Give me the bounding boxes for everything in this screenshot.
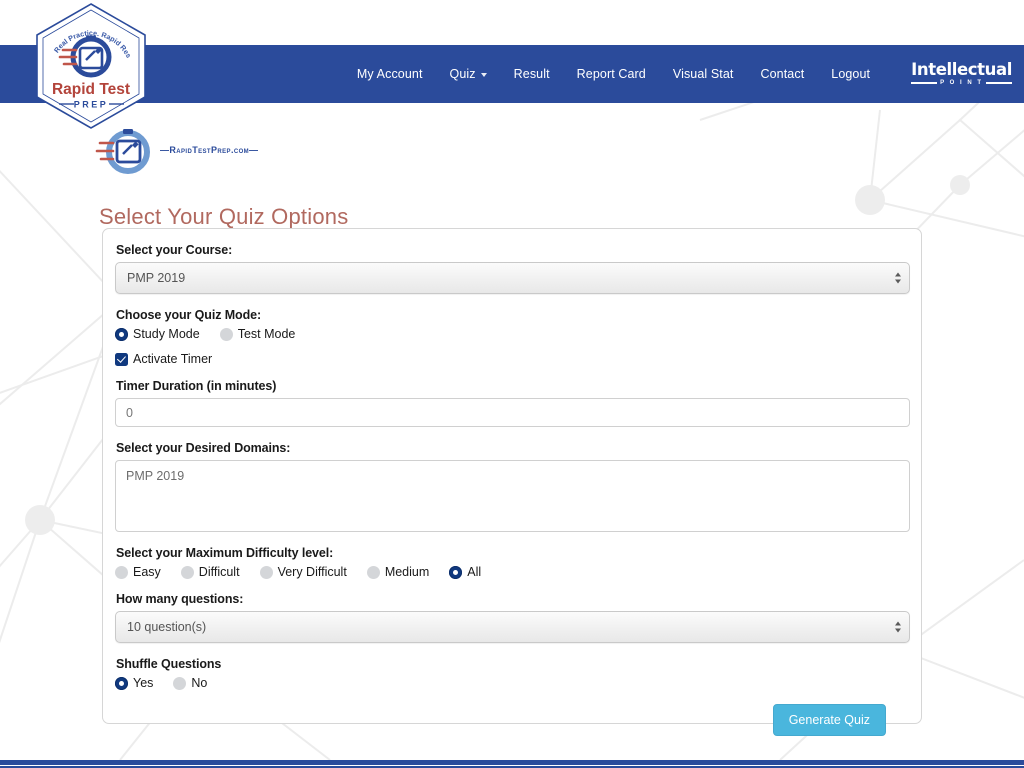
shuffle-options: Yes No (115, 676, 909, 690)
svg-text:Rapid Test: Rapid Test (52, 81, 130, 98)
field-course: Select your Course: PMP 2019 (115, 243, 910, 294)
nav-item-visual-stat[interactable]: Visual Stat (673, 67, 734, 81)
course-selected-value: PMP 2019 (127, 271, 186, 285)
footer-bar (0, 760, 1024, 765)
nav-item-label: Visual Stat (672, 67, 734, 81)
radio-label: Test Mode (237, 327, 296, 341)
radio-difficulty-easy[interactable]: Easy (115, 565, 161, 579)
radio-indicator-icon (219, 327, 233, 341)
radio-indicator-icon (366, 565, 380, 579)
nav-item-my-account[interactable]: My Account (357, 67, 423, 81)
sub-logo-label: —RapidTestPrep.com— (160, 145, 259, 155)
stepper-arrows-icon (895, 272, 901, 284)
question-count-selected-value: 10 question(s) (127, 620, 207, 634)
radio-test-mode[interactable]: Test Mode (219, 327, 296, 341)
field-shuffle: Shuffle Questions Yes No (115, 657, 909, 690)
field-quiz-mode: Choose your Quiz Mode: Study Mode Test M… (115, 308, 909, 341)
partner-name: Intellectual (911, 59, 1012, 79)
radio-indicator-icon (173, 676, 187, 690)
checkbox-indicator-icon (115, 352, 128, 366)
radio-shuffle-no[interactable]: No (173, 676, 207, 690)
radio-indicator-icon (115, 327, 128, 341)
field-timer-duration: Timer Duration (in minutes) (115, 379, 910, 427)
radio-indicator-icon (115, 676, 128, 690)
arrow-down-icon (895, 628, 901, 633)
nav-item-label: Report Card (576, 67, 646, 81)
listbox-option[interactable]: PMP 2019 (126, 469, 899, 483)
field-activate-timer: Activate Timer (115, 352, 909, 366)
shuffle-label: Shuffle Questions (116, 657, 222, 671)
arrow-up-icon (895, 621, 901, 626)
radio-label: All (467, 565, 482, 579)
question-count-select[interactable]: 10 question(s) (115, 611, 910, 643)
difficulty-label: Select your Maximum Difficulty level: (116, 546, 334, 560)
nav-item-logout[interactable]: Logout (831, 67, 870, 81)
radio-label: Study Mode (133, 327, 200, 341)
rapid-test-prep-logo[interactable]: Real Practice. Rapid Results. Rapid Test… (33, 2, 149, 142)
page-root: My Account Quiz Result Report Card Visua… (0, 0, 1024, 768)
nav-item-label: My Account (356, 67, 423, 81)
submit-row: Generate Quiz (115, 704, 909, 736)
page-title: Select Your Quiz Options (99, 203, 349, 229)
radio-label: Yes (133, 676, 154, 690)
radio-indicator-icon (259, 565, 273, 579)
nav-item-report-card[interactable]: Report Card (577, 67, 646, 81)
quiz-mode-options: Study Mode Test Mode (115, 327, 909, 341)
stepper-arrows-icon (895, 621, 901, 633)
rule-left (911, 82, 938, 85)
svg-text:PREP: PREP (74, 100, 109, 110)
intellectual-point-logo[interactable]: Intellectual P O I N T (911, 59, 1012, 86)
top-navbar: My Account Quiz Result Report Card Visua… (0, 45, 1024, 103)
radio-label: Difficult (198, 565, 240, 579)
chevron-down-icon (480, 73, 487, 77)
nav-item-contact[interactable]: Contact (761, 67, 805, 81)
generate-quiz-button[interactable]: Generate Quiz (772, 704, 886, 736)
rule-right (986, 82, 1012, 85)
nav-links: My Account Quiz Result Report Card Visua… (357, 45, 1024, 103)
radio-shuffle-yes[interactable]: Yes (115, 676, 153, 690)
partner-sub: P O I N T (940, 80, 984, 87)
timer-duration-label: Timer Duration (in minutes) (116, 379, 277, 393)
arrow-up-icon (895, 272, 901, 277)
checkbox-activate-timer[interactable]: Activate Timer (115, 352, 895, 366)
radio-difficulty-very-difficult[interactable]: Very Difficult (259, 565, 347, 579)
domains-listbox[interactable]: PMP 2019 (115, 460, 910, 532)
radio-study-mode[interactable]: Study Mode (115, 327, 200, 341)
radio-difficulty-all[interactable]: All (449, 565, 481, 579)
radio-indicator-icon (449, 565, 463, 579)
radio-label: Very Difficult (277, 565, 347, 579)
timer-duration-input[interactable] (115, 398, 910, 427)
radio-label: Easy (133, 565, 161, 579)
nav-item-label: Quiz (449, 67, 476, 81)
question-count-label: How many questions: (116, 592, 244, 606)
quiz-options-card: Select your Course: PMP 2019 Choose your… (102, 228, 922, 736)
arrow-down-icon (895, 279, 901, 284)
nav-item-label: Result (513, 67, 550, 81)
difficulty-options: Easy Difficult Very Difficult Medium All (115, 565, 909, 579)
field-difficulty: Select your Maximum Difficulty level: Ea… (115, 546, 909, 579)
course-label: Select your Course: (116, 243, 233, 257)
radio-indicator-icon (115, 565, 128, 579)
nav-item-label: Contact (760, 67, 805, 81)
radio-label: Medium (384, 565, 430, 579)
partner-sub-lockup: P O I N T (911, 80, 1012, 86)
course-select[interactable]: PMP 2019 (115, 262, 910, 294)
radio-difficulty-difficult[interactable]: Difficult (180, 565, 240, 579)
radio-indicator-icon (180, 565, 194, 579)
radio-difficulty-medium[interactable]: Medium (366, 565, 430, 579)
nav-item-label: Logout (831, 67, 871, 81)
field-domains: Select your Desired Domains: PMP 2019 (115, 441, 910, 532)
nav-item-result[interactable]: Result (514, 67, 550, 81)
field-question-count: How many questions: 10 question(s) (115, 592, 910, 643)
radio-label: No (191, 676, 208, 690)
nav-item-quiz[interactable]: Quiz (450, 67, 487, 81)
checkbox-label: Activate Timer (133, 352, 213, 366)
quiz-mode-label: Choose your Quiz Mode: (116, 308, 262, 322)
domains-label: Select your Desired Domains: (116, 441, 291, 455)
